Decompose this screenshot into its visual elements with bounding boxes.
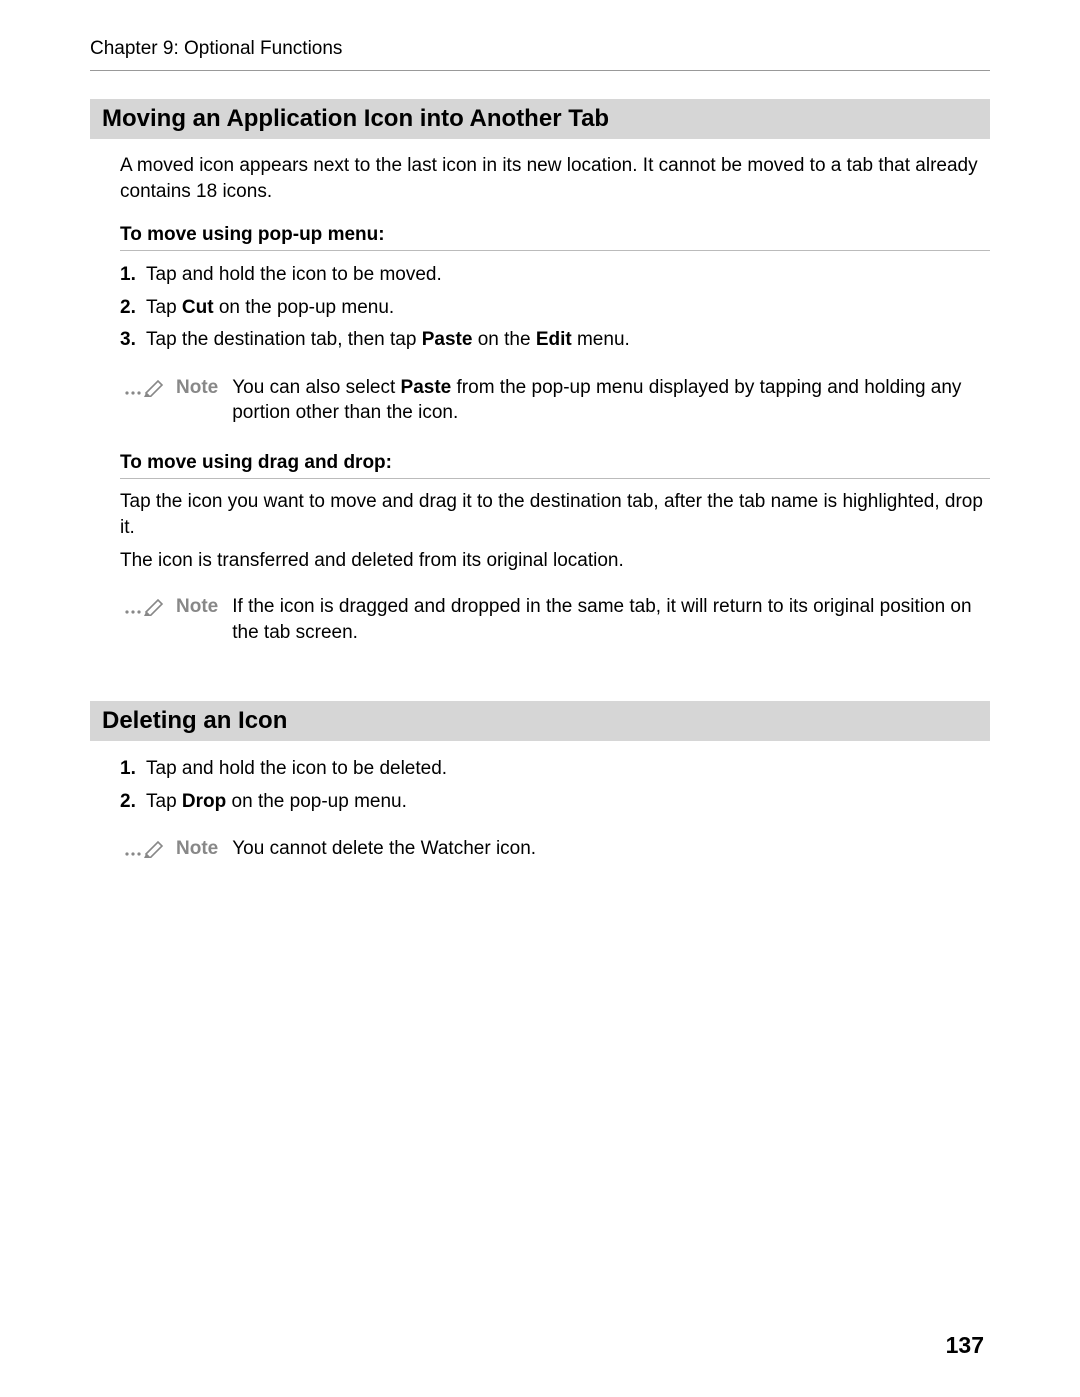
note-pencil-icon bbox=[120, 375, 168, 399]
step-item: 1. Tap and hold the icon to be deleted. bbox=[120, 755, 990, 784]
step-text: Tap and hold the icon to be moved. bbox=[146, 264, 442, 285]
note-text: You cannot delete the Watcher icon. bbox=[232, 836, 990, 862]
steps-delete: 1. Tap and hold the icon to be deleted. … bbox=[120, 755, 990, 816]
step-text: Tap the destination tab, then tap Paste … bbox=[146, 329, 630, 350]
step-number: 1. bbox=[120, 261, 136, 290]
page: Chapter 9: Optional Functions Moving an … bbox=[0, 0, 1080, 1397]
sub-heading-dragdrop: To move using drag and drop: bbox=[120, 452, 990, 479]
step-item: 3. Tap the destination tab, then tap Pas… bbox=[120, 326, 990, 355]
page-number: 137 bbox=[946, 1332, 984, 1359]
running-head: Chapter 9: Optional Functions bbox=[90, 38, 990, 71]
section-heading-deleting-icon: Deleting an Icon bbox=[90, 701, 990, 741]
note-pencil-icon bbox=[120, 594, 168, 618]
step-text: Tap Drop on the pop-up menu. bbox=[146, 791, 407, 812]
note-block: Note If the icon is dragged and dropped … bbox=[120, 594, 990, 645]
note-label: Note bbox=[176, 594, 224, 620]
step-item: 2. Tap Cut on the pop-up menu. bbox=[120, 294, 990, 323]
dragdrop-para1: Tap the icon you want to move and drag i… bbox=[120, 489, 990, 540]
section1-body: A moved icon appears next to the last ic… bbox=[120, 153, 990, 645]
steps-popup: 1. Tap and hold the icon to be moved. 2.… bbox=[120, 261, 990, 355]
step-text: Tap Cut on the pop-up menu. bbox=[146, 297, 394, 318]
step-item: 1. Tap and hold the icon to be moved. bbox=[120, 261, 990, 290]
note-block: Note You cannot delete the Watcher icon. bbox=[120, 836, 990, 862]
step-number: 2. bbox=[120, 788, 136, 817]
step-number: 1. bbox=[120, 755, 136, 784]
step-item: 2. Tap Drop on the pop-up menu. bbox=[120, 788, 990, 817]
dragdrop-para2: The icon is transferred and deleted from… bbox=[120, 548, 990, 574]
step-number: 3. bbox=[120, 326, 136, 355]
note-block: Note You can also select Paste from the … bbox=[120, 375, 990, 426]
note-text: You can also select Paste from the pop-u… bbox=[232, 375, 990, 426]
note-label: Note bbox=[176, 836, 224, 862]
section1-intro: A moved icon appears next to the last ic… bbox=[120, 153, 990, 204]
note-text: If the icon is dragged and dropped in th… bbox=[232, 594, 990, 645]
note-pencil-icon bbox=[120, 836, 168, 860]
sub-heading-popup: To move using pop-up menu: bbox=[120, 224, 990, 251]
section-heading-moving-icon: Moving an Application Icon into Another … bbox=[90, 99, 990, 139]
step-number: 2. bbox=[120, 294, 136, 323]
step-text: Tap and hold the icon to be deleted. bbox=[146, 758, 447, 779]
note-label: Note bbox=[176, 375, 224, 401]
section2-body: 1. Tap and hold the icon to be deleted. … bbox=[120, 755, 990, 862]
